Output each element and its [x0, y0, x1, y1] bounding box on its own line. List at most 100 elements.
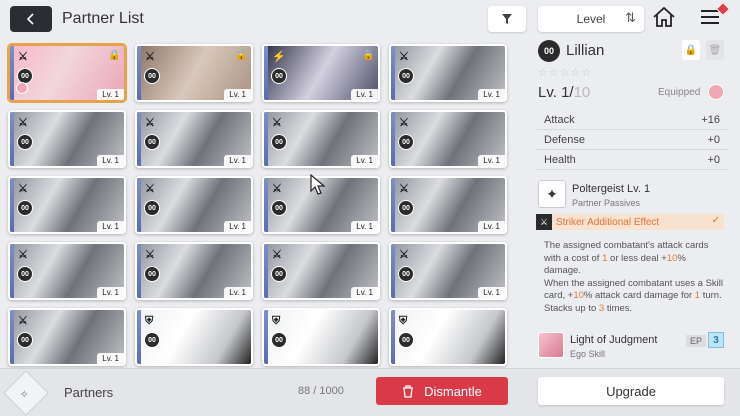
- lock-icon: 🔒: [108, 50, 121, 61]
- rarity-stripe: [264, 310, 268, 364]
- stat-row-health: Health +0: [536, 150, 728, 170]
- equipped-label: Equipped: [658, 87, 701, 98]
- striker-role-icon: ⚔: [399, 183, 409, 195]
- card-level: Lv. 1: [97, 89, 124, 100]
- trash-button[interactable]: 🗑: [706, 40, 724, 60]
- partners-emblem-icon: ✧: [3, 370, 49, 416]
- page-title: Partner List: [62, 10, 144, 27]
- stat-label: Defense: [544, 133, 585, 146]
- rarity-stripe: [10, 178, 14, 232]
- grade-badge: 00: [538, 40, 560, 62]
- equipped-avatar[interactable]: [708, 84, 724, 100]
- card-level: Lv. 1: [351, 287, 378, 298]
- partner-card[interactable]: ⚔ 00 Lv. 1: [135, 110, 253, 168]
- rarity-stripe: [137, 178, 141, 232]
- striker-role-icon: ⚔: [18, 249, 28, 261]
- partner-card[interactable]: ⚔ 00 Lv. 1: [389, 110, 507, 168]
- trash-icon: [403, 384, 414, 398]
- sparkle-icon[interactable]: ✦: [538, 180, 566, 208]
- partners-label: Partners: [64, 385, 114, 400]
- partner-card[interactable]: ⚔ 00 🔒 Lv. 1: [8, 44, 126, 102]
- striker-role-icon: ⚔: [18, 183, 28, 195]
- grade-badge: 00: [398, 134, 414, 150]
- partner-card[interactable]: ⚔ 00 Lv. 1: [389, 242, 507, 300]
- partner-card[interactable]: ⚔ 00 Lv. 1: [8, 308, 126, 366]
- partner-card[interactable]: ⚔ 00 Lv. 1: [8, 176, 126, 234]
- partner-card[interactable]: ⚔ 00 Lv. 1: [262, 110, 380, 168]
- rarity-stripe: [264, 46, 268, 100]
- lock-icon: 🔒: [362, 50, 375, 61]
- partner-card[interactable]: ⛨ 00: [262, 308, 380, 366]
- grade-badge: 00: [271, 266, 287, 282]
- lightning-role-icon: ⚡: [272, 51, 286, 63]
- desc-text: or less deal +: [607, 252, 667, 264]
- rarity-stripe: [137, 112, 141, 166]
- shield-role-icon: ⛨: [272, 315, 281, 327]
- striker-role-icon: ⚔: [272, 183, 282, 195]
- partner-card[interactable]: ⚔ 00 Lv. 1: [389, 44, 507, 102]
- partner-card[interactable]: ⚔ 00 Lv. 1: [262, 242, 380, 300]
- dismantle-button[interactable]: Dismantle: [376, 377, 508, 405]
- rarity-stripe: [137, 46, 141, 100]
- card-level: Lv. 1: [478, 221, 505, 232]
- partner-count: 88 / 1000: [298, 385, 344, 397]
- lock-icon: 🔒: [684, 44, 698, 56]
- partner-card[interactable]: ⚔ 00 Lv. 1: [389, 176, 507, 234]
- partner-card[interactable]: ⚔ 00 Lv. 1: [135, 242, 253, 300]
- stat-row-attack: Attack +16: [536, 110, 728, 130]
- striker-role-icon: ⚔: [145, 117, 155, 129]
- card-level: Lv. 1: [224, 221, 251, 232]
- footer-bar: ✧ Partners 88 / 1000 Dismantle Upgrade: [0, 368, 740, 416]
- check-icon: ✓: [711, 215, 720, 226]
- card-level: Lv. 1: [97, 287, 124, 298]
- dismantle-label: Dismantle: [424, 383, 482, 399]
- desc-text: % attack card damage for: [583, 290, 695, 301]
- partner-detail-panel: 00 Lillian 🔒 🗑 ☆☆☆☆☆ Lv. 1/10 Equipped A…: [536, 38, 732, 368]
- partner-card[interactable]: ⚡ 00 🔒 Lv. 1: [262, 44, 380, 102]
- grade-badge: 00: [144, 332, 160, 348]
- filter-button[interactable]: [488, 6, 526, 32]
- card-level: Lv. 1: [224, 89, 251, 100]
- partner-card[interactable]: ⚔ 00 Lv. 1: [8, 242, 126, 300]
- card-level: Lv. 1: [97, 353, 124, 364]
- partner-grid: ⚔ 00 🔒 Lv. 1 ⚔ 00 🔒 Lv. 1 ⚡ 00 🔒 Lv. 1 ⚔ 00 Lv. 1 ⚔ 00 Lv…: [8, 44, 530, 366]
- partner-card[interactable]: ⛨ 00: [389, 308, 507, 366]
- rarity-stripe: [10, 310, 14, 364]
- equipped-avatar: [16, 82, 28, 94]
- level-display: Lv. 1/10: [538, 84, 590, 101]
- sort-order-icon[interactable]: ⇅: [625, 10, 636, 26]
- rarity-stripe: [10, 112, 14, 166]
- home-button[interactable]: [652, 6, 678, 32]
- partner-card[interactable]: ⚔ 00 🔒 Lv. 1: [135, 44, 253, 102]
- card-level: Lv. 1: [351, 89, 378, 100]
- upgrade-button[interactable]: Upgrade: [538, 377, 724, 405]
- lock-button[interactable]: 🔒: [682, 40, 700, 60]
- desc-text: times.: [604, 302, 633, 314]
- passive-title: Poltergeist Lv. 1: [572, 183, 651, 195]
- compass-icon: ✧: [19, 387, 29, 401]
- back-button[interactable]: [10, 6, 52, 32]
- striker-effect-row[interactable]: ⚔ Striker Additional Effect ✓: [536, 214, 724, 230]
- striker-role-icon: ⚔: [18, 117, 28, 129]
- level-current: Lv. 1/: [538, 84, 574, 101]
- partner-card[interactable]: ⚔ 00 Lv. 1: [8, 110, 126, 168]
- rarity-stripe: [10, 46, 14, 100]
- striker-effect-label: Striker Additional Effect: [556, 216, 660, 228]
- menu-button[interactable]: [698, 1, 731, 32]
- striker-role-icon: ⚔: [399, 117, 409, 129]
- striker-role-icon: ⚔: [145, 183, 155, 195]
- rarity-stripe: [137, 244, 141, 298]
- ep-label: EP: [686, 335, 707, 347]
- ego-skill-section[interactable]: Light of Judgment Ego Skill EP 3: [536, 330, 728, 362]
- partner-card[interactable]: ⚔ 00 Lv. 1: [135, 176, 253, 234]
- partner-card[interactable]: ⛨ 00: [135, 308, 253, 366]
- sort-dropdown[interactable]: Level ⇅: [538, 6, 644, 32]
- rarity-stripe: [264, 244, 268, 298]
- rarity-stripe: [391, 178, 395, 232]
- stats-list: Attack +16 Defense +0 Health +0: [536, 110, 728, 170]
- stat-row-defense: Defense +0: [536, 130, 728, 150]
- desc-highlight: 10: [666, 252, 678, 264]
- rarity-stripe: [391, 112, 395, 166]
- shield-role-icon: ⛨: [145, 315, 154, 327]
- striker-role-icon: ⚔: [145, 249, 155, 261]
